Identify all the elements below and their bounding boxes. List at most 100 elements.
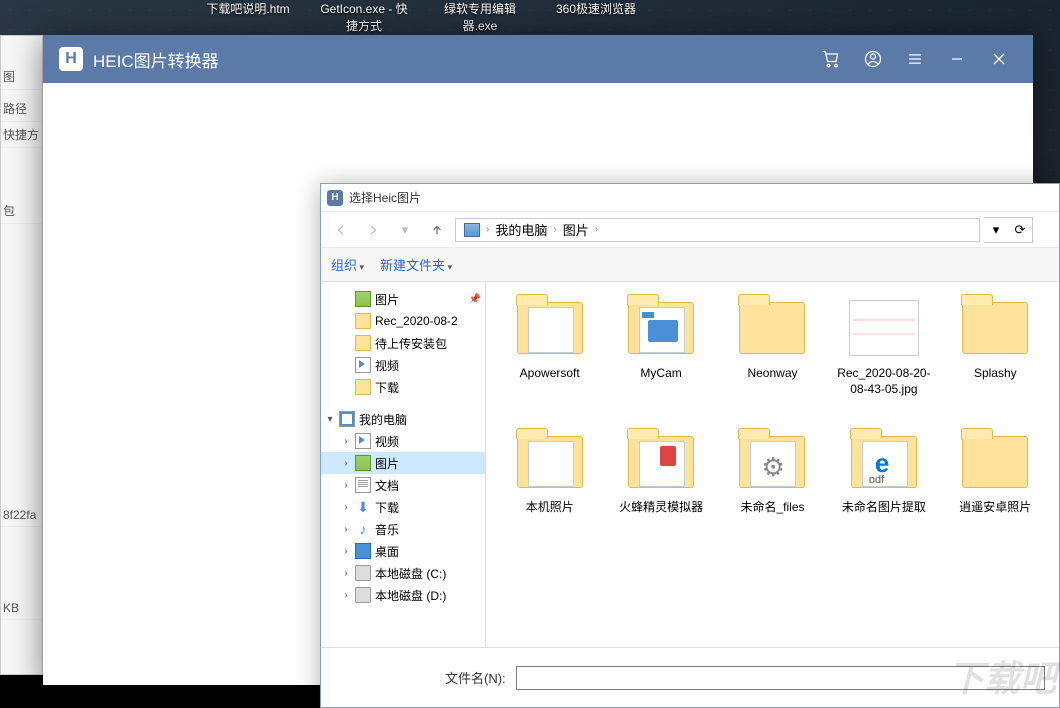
tree-node[interactable]: ›音乐 xyxy=(321,518,485,540)
tree-label: 本地磁盘 (C:) xyxy=(375,565,446,582)
tree-node[interactable]: ▾我的电脑 xyxy=(321,408,485,430)
file-label: 未命名_files xyxy=(740,500,804,516)
file-item[interactable]: Splashy xyxy=(942,292,1049,422)
new-folder-button[interactable]: 新建文件夹 xyxy=(380,255,452,274)
crumb[interactable]: 图片 xyxy=(563,220,589,239)
minimize-button[interactable] xyxy=(939,41,975,77)
dl-icon xyxy=(355,499,371,515)
expander-icon[interactable]: › xyxy=(341,436,351,446)
expander-icon[interactable]: › xyxy=(341,458,351,468)
desktop-icon[interactable]: 360极速浏览器 xyxy=(548,0,644,34)
file-picker-dialog: H 选择Heic图片 ▾ › 我的电脑 › 图片 › ▾ ⟳ 组织 新建文件夹 … xyxy=(320,183,1060,708)
menu-icon[interactable] xyxy=(897,41,933,77)
expander-icon[interactable]: › xyxy=(341,502,351,512)
expander-icon[interactable]: ▾ xyxy=(325,414,335,424)
picker-footer: 文件名(N): xyxy=(321,647,1059,707)
app-title: HEIC图片转换器 xyxy=(93,47,219,72)
desktop-icon[interactable]: 下载吧说明.htm xyxy=(200,0,296,34)
tree-label: 图片 xyxy=(375,291,399,308)
file-label: Splashy xyxy=(974,366,1017,382)
tree-label: 待上传安装包 xyxy=(375,335,447,352)
filename-label: 文件名(N): xyxy=(445,668,506,687)
nav-up-button[interactable] xyxy=(423,216,451,244)
expander-icon[interactable] xyxy=(341,294,351,304)
expander-icon[interactable] xyxy=(341,360,351,370)
desktop-icon[interactable]: 绿软专用编辑器.exe xyxy=(432,0,528,34)
cart-icon[interactable] xyxy=(813,41,849,77)
close-button[interactable] xyxy=(981,41,1017,77)
expander-icon[interactable] xyxy=(341,382,351,392)
expander-icon[interactable] xyxy=(341,316,351,326)
expander-icon[interactable]: › xyxy=(341,524,351,534)
file-label: 本机照片 xyxy=(526,500,574,516)
file-item[interactable]: MyCam xyxy=(607,292,714,422)
tree-label: 视频 xyxy=(375,357,399,374)
folder-tree[interactable]: 图片📌Rec_2020-08-2待上传安装包视频下载▾我的电脑›视频›图片›文档… xyxy=(321,282,486,647)
vid-icon xyxy=(355,357,371,373)
picker-titlebar: H 选择Heic图片 xyxy=(321,184,1059,212)
tree-node[interactable]: › 本地磁盘 (D:) xyxy=(321,584,485,606)
desktop-icons: 下载吧说明.htm GetIcon.exe - 快捷方式 绿软专用编辑器.exe… xyxy=(200,0,644,34)
picker-navbar: ▾ › 我的电脑 › 图片 › ▾ ⟳ xyxy=(321,212,1059,248)
picker-logo: H xyxy=(327,190,343,206)
drv-icon xyxy=(355,587,371,603)
file-item[interactable]: Neonway xyxy=(719,292,826,422)
address-bar[interactable]: › 我的电脑 › 图片 › xyxy=(455,218,980,242)
tree-node[interactable]: › 文档 xyxy=(321,474,485,496)
tree-label: 桌面 xyxy=(375,543,399,560)
file-item[interactable]: eodf未命名图片提取 xyxy=(830,426,937,556)
tree-node[interactable]: ›图片 xyxy=(321,452,485,474)
nav-forward-button[interactable] xyxy=(359,216,387,244)
dsk-icon xyxy=(355,543,371,559)
organize-menu[interactable]: 组织 xyxy=(331,255,364,274)
file-item[interactable]: 火蜂精灵模拟器 xyxy=(607,426,714,556)
pin-icon: 📌 xyxy=(469,294,481,305)
file-grid[interactable]: Apowersoft MyCam Neonway Rec_2020-08-20-08-… xyxy=(486,282,1059,647)
background-app: 图 路径 快捷方 包 8f22fa KB xyxy=(0,35,43,675)
mus-icon xyxy=(355,521,371,537)
expander-icon[interactable]: › xyxy=(341,590,351,600)
drv-icon xyxy=(355,565,371,581)
file-item[interactable]: ⚙未命名_files xyxy=(719,426,826,556)
tree-label: 视频 xyxy=(375,433,399,450)
tree-node[interactable]: › 视频 xyxy=(321,430,485,452)
tree-label: 下载 xyxy=(375,379,399,396)
refresh-button[interactable]: ⟳ xyxy=(1008,218,1032,242)
pic-icon xyxy=(355,291,371,307)
expander-icon[interactable]: › xyxy=(341,480,351,490)
file-label: Neonway xyxy=(747,366,797,382)
user-icon[interactable] xyxy=(855,41,891,77)
fld-icon xyxy=(355,379,371,395)
nav-back-button[interactable] xyxy=(327,216,355,244)
tree-node[interactable]: 待上传安装包 xyxy=(321,332,485,354)
file-label: Apowersoft xyxy=(520,366,580,382)
tree-node[interactable]: 下载 xyxy=(321,376,485,398)
pic-icon xyxy=(355,455,371,471)
tree-node[interactable]: Rec_2020-08-2 xyxy=(321,310,485,332)
vid-icon xyxy=(355,433,371,449)
tree-node[interactable]: › 桌面 xyxy=(321,540,485,562)
crumb[interactable]: 我的电脑 xyxy=(495,220,547,239)
filename-input[interactable] xyxy=(516,666,1045,690)
expander-icon[interactable] xyxy=(341,338,351,348)
picker-toolbar: 组织 新建文件夹 xyxy=(321,248,1059,282)
tree-node[interactable]: 视频 xyxy=(321,354,485,376)
file-item[interactable]: Rec_2020-08-20-08-43-05.jpg xyxy=(830,292,937,422)
file-label: 逍遥安卓照片 xyxy=(959,500,1031,516)
tree-node[interactable]: 图片 📌 xyxy=(321,288,485,310)
file-item[interactable]: 逍遥安卓照片 xyxy=(942,426,1049,556)
file-item[interactable]: 本机照片 xyxy=(496,426,603,556)
expander-icon[interactable]: › xyxy=(341,568,351,578)
desktop-icon[interactable]: GetIcon.exe - 快捷方式 xyxy=(316,0,412,34)
file-label: 未命名图片提取 xyxy=(842,500,926,516)
nav-recent-dropdown[interactable]: ▾ xyxy=(391,216,419,244)
file-item[interactable]: Apowersoft xyxy=(496,292,603,422)
app-logo: H xyxy=(59,47,83,71)
address-dropdown[interactable]: ▾ xyxy=(984,218,1008,242)
tree-node[interactable]: ›下载 xyxy=(321,496,485,518)
expander-icon[interactable]: › xyxy=(341,546,351,556)
pictures-icon xyxy=(464,223,480,237)
tree-node[interactable]: › 本地磁盘 (C:) xyxy=(321,562,485,584)
tree-label: 文档 xyxy=(375,477,399,494)
tree-label: 本地磁盘 (D:) xyxy=(375,587,446,604)
